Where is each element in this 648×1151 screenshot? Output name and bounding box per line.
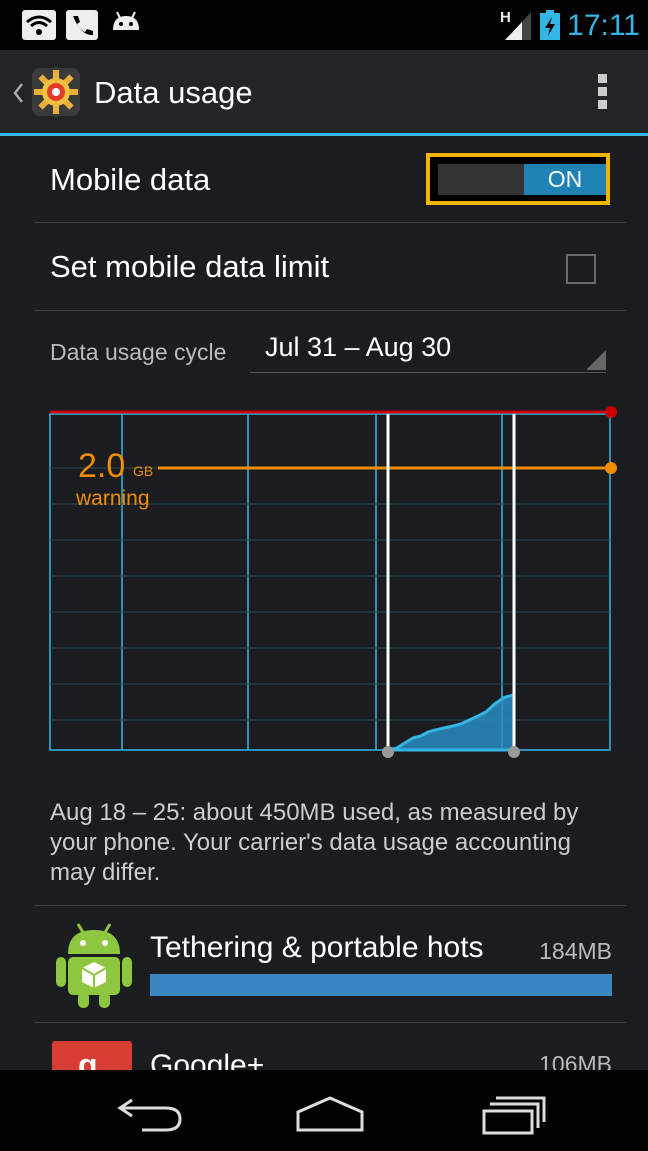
cycle-spinner[interactable]: Jul 31 – Aug 30: [250, 326, 606, 373]
warning-unit: GB: [133, 463, 153, 479]
warning-label: warning: [75, 487, 150, 510]
app-usage-bar: [150, 974, 612, 996]
app-size: 106MB: [539, 1051, 612, 1070]
up-button[interactable]: [8, 60, 88, 124]
back-icon[interactable]: [112, 1094, 188, 1134]
chevron-left-icon: [13, 83, 23, 103]
sweep-start-handle: [382, 746, 394, 758]
data-limit-row[interactable]: Set mobile data limit: [34, 223, 626, 309]
app-row-google-plus[interactable]: g Google+ 106MB: [34, 1023, 626, 1070]
status-clock: 17:11: [567, 9, 640, 42]
divider: [34, 310, 626, 311]
usage-info-text: Aug 18 – 25: about 450MB used, as measur…: [50, 799, 579, 886]
settings-gear-icon: [32, 68, 80, 116]
navigation-bar: [0, 1070, 648, 1151]
warning-handle: [605, 462, 617, 474]
usage-chart: 2.0 GB warning: [49, 406, 617, 758]
android-icon: [113, 11, 139, 30]
data-usage-content: Mobile data ON Set mobile data limit Dat…: [0, 136, 648, 1070]
app-name: Google+: [150, 1049, 265, 1070]
wifi-icon: [22, 10, 56, 40]
home-icon[interactable]: [292, 1094, 368, 1134]
app-size: 184MB: [539, 938, 612, 964]
signal-icon: [505, 12, 531, 40]
mobile-data-toggle[interactable]: ON: [426, 153, 610, 205]
mobile-data-label: Mobile data: [50, 162, 211, 197]
cycle-label: Data usage cycle: [50, 339, 227, 365]
android-tethering-icon: [56, 923, 132, 1008]
usage-area: [387, 692, 516, 752]
google-plus-icon: g: [52, 1041, 132, 1070]
toggle-off-track: [438, 164, 524, 195]
limit-handle: [605, 406, 617, 418]
status-bar: H 17:11: [0, 0, 648, 50]
app-row-tethering[interactable]: Tethering & portable hots 184MB: [34, 906, 626, 1021]
recents-icon[interactable]: [478, 1094, 554, 1136]
app-name: Tethering & portable hots: [150, 931, 484, 964]
cycle-value: Jul 31 – Aug 30: [265, 332, 452, 362]
page-title: Data usage: [94, 75, 253, 110]
sweep-end-handle: [508, 746, 520, 758]
data-limit-checkbox[interactable]: [566, 254, 596, 284]
overflow-menu-icon[interactable]: [592, 72, 614, 112]
phone-icon: [66, 10, 98, 40]
battery-charging-icon: [540, 10, 560, 40]
spinner-arrow-icon: [586, 350, 606, 370]
warning-value: 2.0: [78, 447, 125, 485]
toggle-on-thumb: ON: [524, 164, 606, 195]
data-limit-label: Set mobile data limit: [50, 249, 330, 284]
action-bar: Data usage: [0, 50, 648, 136]
